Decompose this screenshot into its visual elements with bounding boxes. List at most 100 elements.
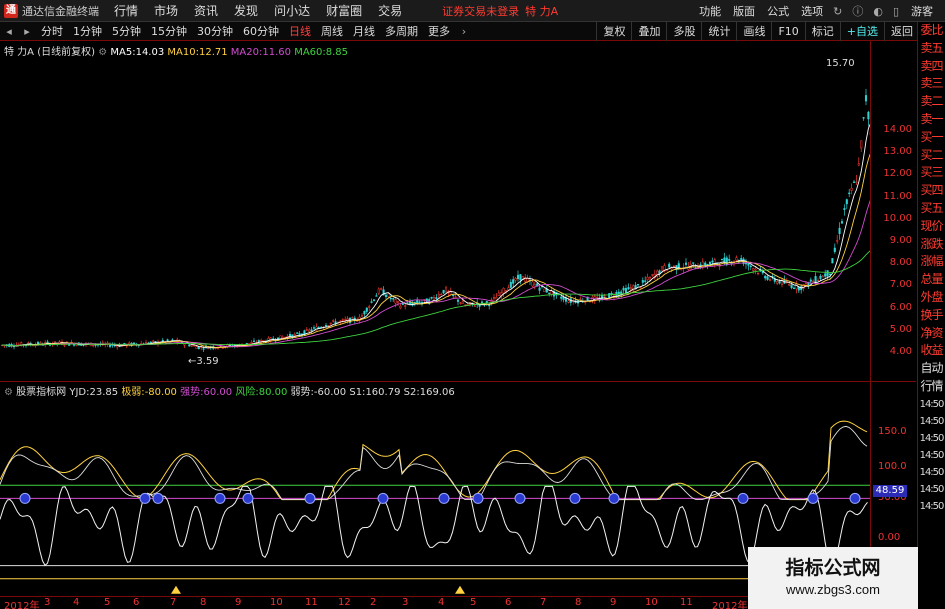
sidebar-item[interactable]: 换手 <box>918 307 945 325</box>
overlay-button[interactable]: 叠加 <box>631 22 666 41</box>
menu-formula[interactable]: 公式 <box>767 3 789 19</box>
login-warning[interactable]: 证券交易未登录 <box>442 3 519 19</box>
sidebar-item[interactable]: 行情 <box>918 378 945 396</box>
yjd-label: YJD: <box>69 387 90 398</box>
period-1min[interactable]: 1分钟 <box>68 23 107 39</box>
candle-body <box>752 268 755 271</box>
date-tick: 4 <box>438 597 445 608</box>
s1-value: 160.79 <box>365 387 401 398</box>
menu-options[interactable]: 选项 <box>801 3 823 19</box>
adjust-button[interactable]: 复权 <box>596 22 631 41</box>
add-watchlist-button[interactable]: +自选 <box>839 22 884 41</box>
sidebar-item[interactable]: 涨幅 <box>918 253 945 271</box>
sidebar-item[interactable]: 卖四 <box>918 58 945 76</box>
sidebar-item[interactable]: 外盘 <box>918 289 945 307</box>
sidebar-item[interactable]: 收益 <box>918 342 945 360</box>
period-daily[interactable]: 日线 <box>284 23 316 39</box>
candle-body <box>351 317 354 319</box>
sidebar-item[interactable]: 总量 <box>918 271 945 289</box>
sidebar-item[interactable]: 卖一 <box>918 111 945 129</box>
sidebar-item[interactable]: 自动 <box>918 360 945 378</box>
candle-body <box>480 301 484 303</box>
sidebar-item[interactable]: 卖三 <box>918 75 945 93</box>
menu-discover[interactable]: 发现 <box>234 2 258 19</box>
candle-body <box>312 327 316 329</box>
period-60min[interactable]: 60分钟 <box>238 23 284 39</box>
sidebar-item[interactable]: 买四 <box>918 182 945 200</box>
candle-body <box>416 300 419 304</box>
f10-button[interactable]: F10 <box>771 22 804 41</box>
yjd-value: 23.85 <box>89 387 119 398</box>
candle-body <box>531 281 534 287</box>
period-intraday[interactable]: 分时 <box>36 23 68 39</box>
candle-body <box>795 283 798 290</box>
sidebar-item[interactable]: 涨跌 <box>918 236 945 254</box>
period-30min[interactable]: 30分钟 <box>192 23 238 39</box>
candle-body <box>250 342 253 344</box>
sidebar-item[interactable]: 买三 <box>918 164 945 182</box>
sidebar-item[interactable]: 买二 <box>918 147 945 165</box>
candle-body <box>756 272 760 275</box>
ma5-value: 14.03 <box>135 47 165 58</box>
period-monthly[interactable]: 月线 <box>348 23 380 39</box>
more-chevron-icon[interactable]: › <box>455 25 473 38</box>
sidebar-item[interactable]: 现价 <box>918 218 945 236</box>
sidebar-item[interactable]: 买一 <box>918 129 945 147</box>
sidebar-time: 14:50 <box>919 432 945 444</box>
menu-market[interactable]: 市场 <box>154 2 178 19</box>
stats-button[interactable]: 统计 <box>701 22 736 41</box>
menu-trade[interactable]: 交易 <box>378 2 402 19</box>
kline-chart-panel[interactable]: 特 力A (日线前复权) ⚙ MA5:14.03 MA10:12.71 MA20… <box>0 41 916 381</box>
return-button[interactable]: 返回 <box>884 22 919 41</box>
info-icon[interactable]: ⓘ <box>852 3 863 19</box>
refresh-icon[interactable]: ↻ <box>833 5 842 18</box>
guest-button[interactable]: 游客 <box>911 3 933 19</box>
menu-layout[interactable]: 版面 <box>733 3 755 19</box>
forward-arrow-icon[interactable]: ▸ <box>18 25 36 38</box>
multi-stock-button[interactable]: 多股 <box>666 22 701 41</box>
skin-icon[interactable]: ◐ <box>873 5 883 18</box>
candle-body <box>190 344 193 347</box>
date-tick: 6 <box>505 597 512 608</box>
candle-body <box>492 297 496 299</box>
candle-body <box>279 335 282 339</box>
ma60-value: 8.85 <box>325 47 349 58</box>
indicator-settings-icon[interactable]: ⚙ <box>4 387 13 398</box>
phone-icon[interactable]: ▯ <box>893 5 899 18</box>
sidebar-time: 14:50 <box>919 466 945 478</box>
sidebar-item[interactable]: 卖二 <box>918 93 945 111</box>
candle-body <box>826 270 829 277</box>
sidebar-item[interactable]: 净资 <box>918 325 945 343</box>
sidebar-item[interactable]: 卖五 <box>918 40 945 58</box>
strong-signal-marker <box>214 492 226 504</box>
candle-body <box>375 295 378 297</box>
sidebar-item[interactable]: 买五 <box>918 200 945 218</box>
menu-market-quotes[interactable]: 行情 <box>114 2 138 19</box>
date-tick: 9 <box>610 597 617 608</box>
menu-ask[interactable]: 问小达 <box>274 2 310 19</box>
back-arrow-icon[interactable]: ◂ <box>0 25 18 38</box>
menu-function[interactable]: 功能 <box>699 3 721 19</box>
period-more[interactable]: 更多 <box>423 23 455 39</box>
candle-body <box>406 302 409 304</box>
menu-wealth[interactable]: 财富圈 <box>326 2 362 19</box>
mark-button[interactable]: 标记 <box>804 22 840 41</box>
sidebar-time: 14:50 <box>919 500 945 512</box>
candle-body <box>821 275 824 278</box>
candle-body <box>473 305 476 307</box>
sidebar-item[interactable]: 委比 <box>918 22 945 40</box>
candle-body <box>368 306 371 308</box>
period-multi[interactable]: 多周期 <box>380 23 423 39</box>
period-5min[interactable]: 5分钟 <box>107 23 146 39</box>
candle-body <box>296 332 299 334</box>
period-15min[interactable]: 15分钟 <box>146 23 192 39</box>
settings-icon[interactable]: ⚙ <box>98 47 107 58</box>
menu-news[interactable]: 资讯 <box>194 2 218 19</box>
date-tick: 7 <box>540 597 547 608</box>
strong-signal-marker <box>19 492 31 504</box>
period-weekly[interactable]: 周线 <box>316 23 348 39</box>
weak-label: 弱势: <box>290 387 314 398</box>
candle-body <box>708 261 712 265</box>
price-tick: 11.00 <box>883 190 912 202</box>
draw-button[interactable]: 画线 <box>736 22 771 41</box>
